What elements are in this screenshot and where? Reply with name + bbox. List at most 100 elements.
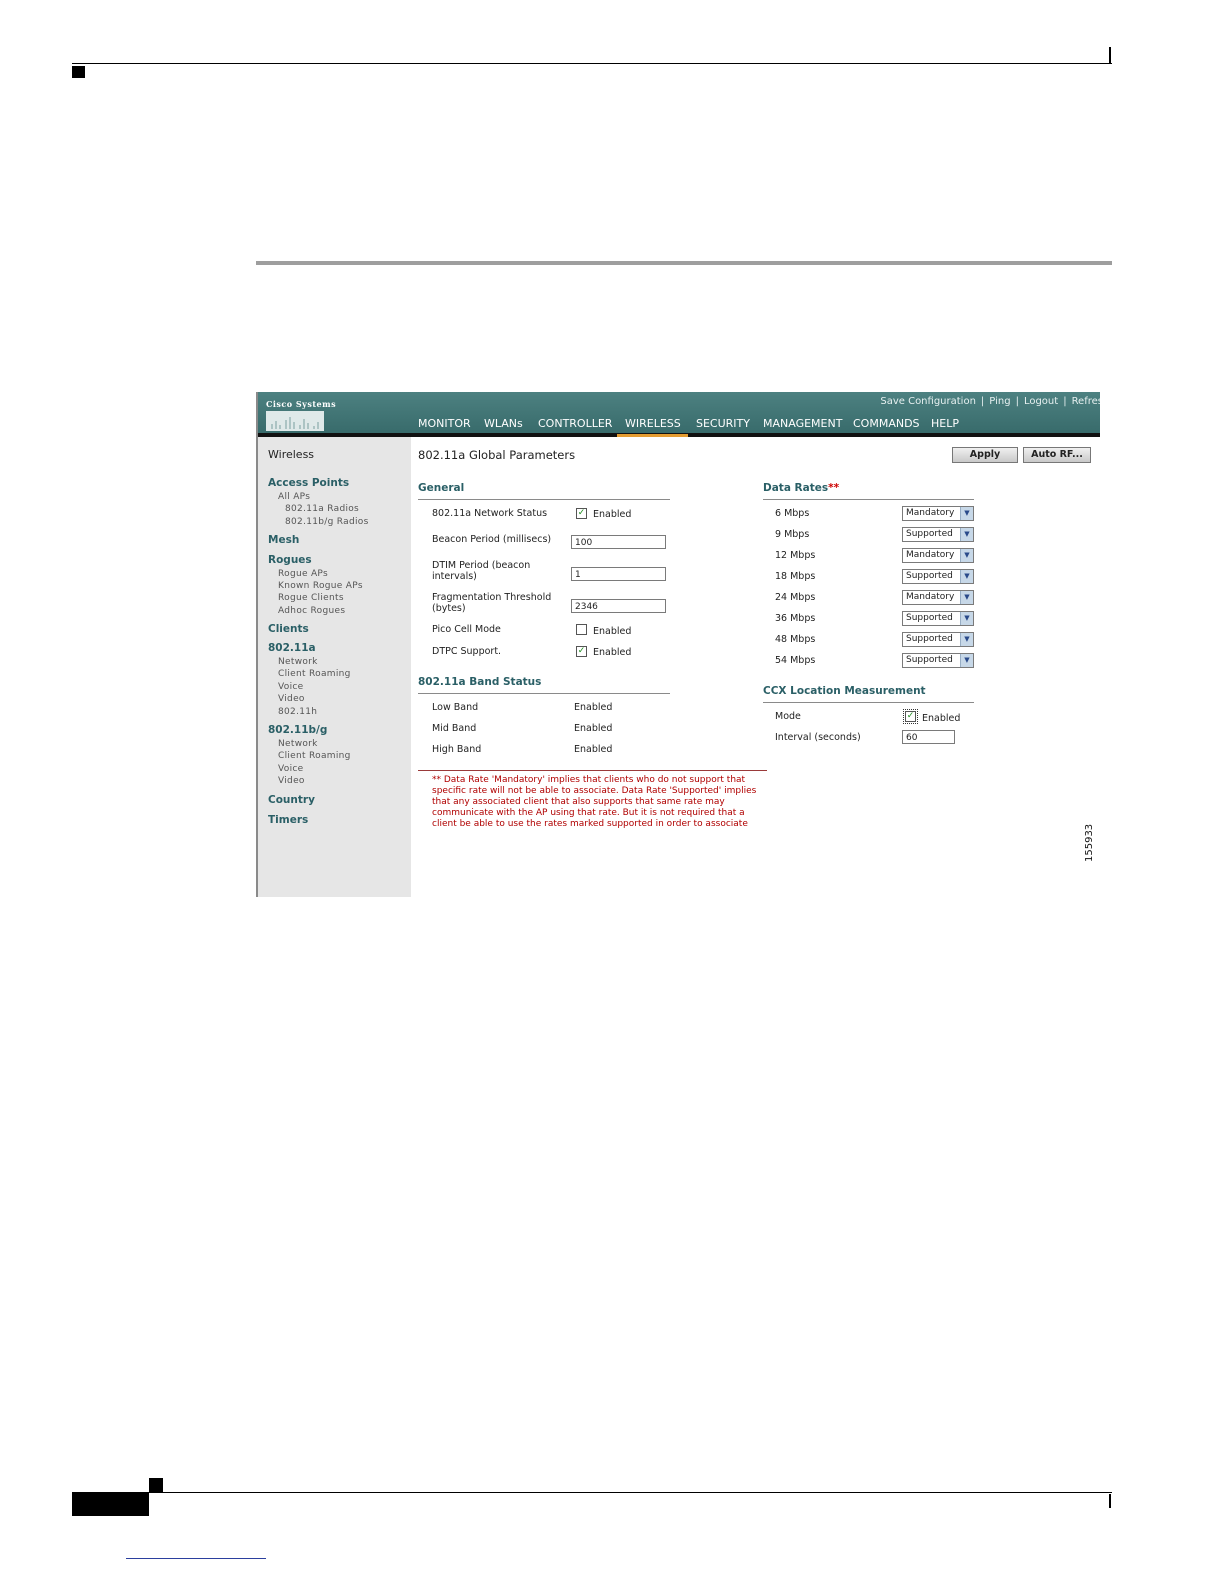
band-status-divider	[418, 693, 670, 694]
rate-select-value: Supported	[906, 529, 953, 539]
apply-button[interactable]: Apply	[952, 447, 1018, 463]
rate-select[interactable]: Mandatory ▼	[902, 548, 974, 563]
ccx-mode-checkbox[interactable]: ✓	[903, 709, 918, 724]
sidebar-item-bg-voice[interactable]: Voice	[278, 764, 303, 774]
dtpc-support-value: Enabled	[593, 647, 632, 658]
sidebar-item-a-voice[interactable]: Voice	[278, 682, 303, 692]
mid-band-label: Mid Band	[432, 723, 477, 734]
pico-cell-mode-checkbox[interactable]	[576, 624, 587, 635]
ccx-interval-label: Interval (seconds)	[775, 732, 861, 743]
refresh-link[interactable]: Refres	[1067, 396, 1100, 407]
rate-select-value: Mandatory	[906, 550, 955, 560]
sidebar-item-timers[interactable]: Timers	[268, 814, 308, 826]
sidebar-item-a-video[interactable]: Video	[278, 694, 305, 704]
sidebar-item-clients[interactable]: Clients	[268, 623, 309, 635]
rate-label: 6 Mbps	[775, 508, 810, 519]
sidebar-item-rogue-aps[interactable]: Rogue APs	[278, 569, 328, 579]
low-band-label: Low Band	[432, 702, 479, 713]
save-configuration-link[interactable]: Save Configuration	[875, 396, 981, 407]
pico-cell-mode-value: Enabled	[593, 626, 632, 637]
rate-select[interactable]: Supported ▼	[902, 611, 974, 626]
nav-monitor[interactable]: MONITOR	[418, 417, 471, 430]
top-links: Save Configuration | Ping | Logout | Refres	[875, 396, 1100, 407]
sidebar-item-80211bg-radios[interactable]: 802.11b/g Radios	[285, 517, 369, 527]
fragmentation-threshold-label-2: (bytes)	[432, 603, 466, 614]
dtim-period-label: DTIM Period (beacon	[432, 560, 531, 571]
rate-label: 54 Mbps	[775, 655, 816, 666]
sidebar-item-adhoc-rogues[interactable]: Adhoc Rogues	[278, 606, 345, 616]
sidebar-item-80211a-radios[interactable]: 802.11a Radios	[285, 504, 359, 514]
nav-commands[interactable]: COMMANDS	[853, 417, 920, 430]
dtim-period-label-2: intervals)	[432, 571, 477, 582]
required-marker: **	[828, 482, 840, 494]
sidebar-item-rogues[interactable]: Rogues	[268, 554, 312, 566]
rate-label: 12 Mbps	[775, 550, 816, 561]
rate-label: 9 Mbps	[775, 529, 810, 540]
dtim-period-input[interactable]: 1	[571, 567, 666, 581]
sidebar-item-a-client-roaming[interactable]: Client Roaming	[278, 669, 351, 679]
rate-select[interactable]: Supported ▼	[902, 653, 974, 668]
nav-controller[interactable]: CONTROLLER	[538, 417, 612, 430]
sidebar-item-access-points[interactable]: Access Points	[268, 477, 349, 489]
dtpc-support-checkbox[interactable]: ✓	[576, 646, 587, 657]
rate-select-value: Mandatory	[906, 508, 955, 518]
mid-band-value: Enabled	[574, 723, 613, 734]
fragmentation-threshold-input[interactable]: 2346	[571, 599, 666, 613]
sidebar-title: Wireless	[268, 448, 315, 461]
header-tick	[1109, 47, 1111, 64]
footer-link-underline[interactable]	[126, 1558, 266, 1559]
rate-select[interactable]: Mandatory ▼	[902, 590, 974, 605]
rate-select-value: Supported	[906, 571, 953, 581]
sidebar-item-80211bg[interactable]: 802.11b/g	[268, 724, 327, 736]
logo-text: Cisco Systems	[266, 399, 337, 409]
sidebar-item-bg-client-roaming[interactable]: Client Roaming	[278, 751, 351, 761]
ccx-mode-value: Enabled	[922, 713, 961, 724]
ccx-divider	[763, 702, 974, 703]
ccx-interval-input[interactable]: 60	[902, 730, 955, 744]
sidebar-item-mesh[interactable]: Mesh	[268, 534, 299, 546]
controller-screenshot: Cisco Systems Save Configuration | Ping | Lo…	[256, 392, 1100, 897]
chevron-down-icon: ▼	[960, 528, 973, 541]
beacon-period-input[interactable]: 100	[571, 535, 666, 549]
cisco-logo: Cisco Systems	[266, 397, 336, 431]
sidebar-item-all-aps[interactable]: All APs	[278, 492, 310, 502]
data-rate-footnote: ** Data Rate 'Mandatory' implies that cl…	[432, 775, 757, 829]
network-status-checkbox[interactable]: ✓	[576, 508, 587, 519]
sidebar-item-bg-network[interactable]: Network	[278, 739, 318, 749]
sidebar-item-known-rogue-aps[interactable]: Known Rogue APs	[278, 581, 363, 591]
rate-select[interactable]: Supported ▼	[902, 527, 974, 542]
network-status-label: 802.11a Network Status	[432, 508, 548, 519]
rate-select[interactable]: Supported ▼	[902, 569, 974, 584]
auto-rf-button[interactable]: Auto RF...	[1023, 447, 1091, 463]
low-band-value: Enabled	[574, 702, 613, 713]
nav-help[interactable]: HELP	[931, 417, 959, 430]
sidebar-item-country[interactable]: Country	[268, 794, 315, 806]
nav-management[interactable]: MANAGEMENT	[763, 417, 842, 430]
rate-select[interactable]: Mandatory ▼	[902, 506, 974, 521]
ccx-heading: CCX Location Measurement	[763, 685, 926, 697]
ping-link[interactable]: Ping	[984, 396, 1015, 407]
rate-select-value: Supported	[906, 655, 953, 665]
sidebar-item-80211h[interactable]: 802.11h	[278, 707, 317, 717]
data-rates-heading-text: Data Rates	[763, 482, 829, 494]
pico-cell-mode-label: Pico Cell Mode	[432, 624, 501, 635]
sidebar-item-80211a[interactable]: 802.11a	[268, 642, 316, 654]
band-status-heading: 802.11a Band Status	[418, 676, 542, 688]
rate-label: 24 Mbps	[775, 592, 816, 603]
rate-label: 48 Mbps	[775, 634, 816, 645]
sidebar-item-a-network[interactable]: Network	[278, 657, 318, 667]
nav-security[interactable]: SECURITY	[696, 417, 750, 430]
high-band-label: High Band	[432, 744, 482, 755]
network-status-value: Enabled	[593, 509, 632, 520]
logout-link[interactable]: Logout	[1019, 396, 1063, 407]
rate-select-value: Supported	[906, 634, 953, 644]
sidebar-item-bg-video[interactable]: Video	[278, 776, 305, 786]
nav-wireless[interactable]: WIRELESS	[625, 417, 681, 430]
sidebar-item-rogue-clients[interactable]: Rogue Clients	[278, 593, 344, 603]
checkmark-icon: ✓	[577, 508, 586, 518]
nav-wlans[interactable]: WLANs	[484, 417, 523, 430]
footer-tick	[1109, 1494, 1111, 1508]
rate-select[interactable]: Supported ▼	[902, 632, 974, 647]
beacon-period-label: Beacon Period (millisecs)	[432, 534, 552, 545]
high-band-value: Enabled	[574, 744, 613, 755]
